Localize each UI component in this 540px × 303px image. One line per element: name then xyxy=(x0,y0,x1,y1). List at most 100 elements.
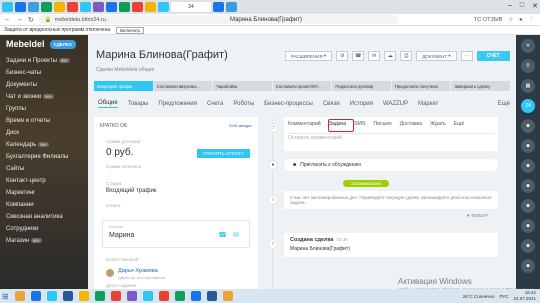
sidebar-item[interactable]: Бухгалтерия Филиалы xyxy=(6,151,82,163)
sidebar-item[interactable]: Сквозная аналитика xyxy=(6,211,82,223)
composer-tab[interactable]: SMS xyxy=(354,121,365,127)
filter-button[interactable]: ▼ ФИЛЬТР xyxy=(466,213,488,218)
weather-text[interactable]: 26°C Солнечно xyxy=(463,294,495,299)
comment-input[interactable]: Оставить комментарий xyxy=(288,135,342,141)
composer-tab[interactable]: Ждать xyxy=(430,121,446,127)
extensions-button[interactable]: РАСШИРЕНИЯ ▾ xyxy=(284,51,333,61)
taskbar-app-icon[interactable] xyxy=(94,291,105,301)
invoice-button[interactable]: СЧЁТ xyxy=(476,51,510,61)
chat-icon[interactable]: ☁ xyxy=(384,51,397,61)
taskbar-app-icon[interactable] xyxy=(142,291,153,301)
taskbar-app-icon[interactable] xyxy=(30,291,41,301)
extension-label[interactable]: ТС ОТЗЫВ xyxy=(474,17,502,23)
composer-tab[interactable]: Письмо xyxy=(373,121,391,127)
notification-counter[interactable]: 24 xyxy=(521,99,535,113)
tab-item[interactable]: Маркет xyxy=(418,101,438,107)
reload-icon[interactable]: ↻ xyxy=(28,16,34,24)
taskbar-app-icon[interactable] xyxy=(110,291,121,301)
sidebar-item[interactable]: Чат и звонки 99+ xyxy=(6,91,82,103)
gear-icon[interactable]: ⚙ xyxy=(336,51,349,61)
browser-tab-active[interactable]: 24 xyxy=(171,2,211,12)
tab-item[interactable]: Счета xyxy=(207,101,224,107)
stage-step[interactable]: Чарабойка xyxy=(213,81,272,91)
card-heading-right[interactable]: БОК мандат xyxy=(229,123,252,128)
stage-value[interactable]: Входящий трафик xyxy=(106,188,156,194)
sidebar-item[interactable]: Контакт-центр xyxy=(6,175,82,187)
logo[interactable]: Mebeldel СДЕЛКА xyxy=(6,39,82,49)
star-icon[interactable]: ☆ xyxy=(508,17,513,23)
stage-step[interactable]: Предоплата получена xyxy=(391,81,451,91)
sidebar-item[interactable]: Бизнес-чаты xyxy=(6,67,82,79)
menu-icon[interactable]: ⋮ xyxy=(529,17,535,23)
profile-icon[interactable]: ● xyxy=(519,17,522,23)
more-icon[interactable]: ⋯ xyxy=(460,51,473,61)
sidebar-item[interactable]: Время и отчеты xyxy=(6,115,82,127)
tab-item[interactable]: Бизнес-процессы xyxy=(264,101,313,107)
browser-tab[interactable] xyxy=(2,2,13,12)
taskbar-app-icon[interactable] xyxy=(14,291,25,301)
sidebar-item[interactable]: Сотрудники xyxy=(6,223,82,235)
windows-start-icon[interactable]: ⊞ xyxy=(2,292,9,301)
user-avatar-6[interactable]: ☻ xyxy=(521,219,535,233)
sidebar-item[interactable]: Документы xyxy=(6,79,82,91)
browser-tab[interactable] xyxy=(80,2,91,12)
url-field[interactable]: 🔒 mebeldela.bitrix24.ru xyxy=(38,15,399,24)
stage-step[interactable]: Подписали договор xyxy=(332,81,391,91)
chat-bubble-icon[interactable]: ✉ xyxy=(233,231,239,239)
composer-tab[interactable]: Ещё xyxy=(454,121,465,127)
forward-icon[interactable]: → xyxy=(16,16,23,23)
grid-icon[interactable]: ▦ xyxy=(521,79,535,93)
accept-payment-button[interactable]: ПРИНЯТЬ ОПЛАТУ xyxy=(197,149,250,158)
browser-tab[interactable] xyxy=(132,2,143,12)
browser-tab[interactable] xyxy=(106,2,117,12)
invite-to-discussion[interactable]: ☻ Пригласить к обсуждению xyxy=(284,159,498,171)
user-avatar-3[interactable]: ☻ xyxy=(521,159,535,173)
sidebar-item[interactable]: Задачи и Проекты 99+ xyxy=(6,55,82,67)
sidebar-item[interactable]: Компании xyxy=(6,199,82,211)
sidebar-item[interactable]: Маркетинг xyxy=(6,187,82,199)
deal-created-desc[interactable]: Марина Блинова(Графит) xyxy=(290,246,492,252)
stage-step[interactable]: Входящий трафик xyxy=(94,81,153,91)
tab-item[interactable]: Предложения xyxy=(158,101,196,107)
composer-tab[interactable]: Доставка xyxy=(400,121,422,127)
search-icon[interactable]: ⚲ xyxy=(521,59,535,73)
user-avatar-8[interactable]: ☻ xyxy=(521,259,535,273)
user-avatar-2[interactable]: ☻ xyxy=(521,139,535,153)
browser-tab[interactable] xyxy=(93,2,104,12)
stage-step[interactable]: Составили визуализ... xyxy=(153,81,213,91)
browser-tab[interactable] xyxy=(28,2,39,12)
sidebar-item[interactable]: Диск xyxy=(6,127,82,139)
user-avatar-1[interactable]: ☻ xyxy=(521,119,535,133)
tab-item[interactable]: Товары xyxy=(128,101,149,107)
deal-badge-button[interactable]: СДЕЛКА xyxy=(49,39,77,49)
user-avatar-5[interactable]: ☻ xyxy=(521,199,535,213)
pipeline-subtitle[interactable]: Сделки Mebeldela общие xyxy=(96,67,154,73)
back-icon[interactable]: ← xyxy=(4,16,11,23)
stage-step[interactable]: Составили проект/КП... xyxy=(272,81,332,91)
taskbar-app-icon[interactable] xyxy=(46,291,57,301)
clock[interactable]: 16:42 24.07.2021 xyxy=(513,290,536,302)
sidebar-item[interactable]: Календарь 99+ xyxy=(6,139,82,151)
language-indicator[interactable]: РУС xyxy=(499,294,508,299)
browser-tab[interactable] xyxy=(54,2,65,12)
close-icon[interactable]: ✕ xyxy=(532,2,538,10)
enable-button[interactable]: Включить xyxy=(116,26,145,34)
phone-call-icon[interactable]: ☎ xyxy=(218,231,227,239)
browser-tab[interactable] xyxy=(15,2,26,12)
taskbar-app-icon[interactable] xyxy=(158,291,169,301)
browser-tab[interactable] xyxy=(226,2,237,12)
stage-step[interactable]: Завершить сделку xyxy=(451,81,511,91)
minimize-icon[interactable]: – xyxy=(508,2,512,10)
sidebar-item[interactable]: Сайты xyxy=(6,163,82,175)
phone-icon[interactable]: ☎ xyxy=(352,51,365,61)
user-avatar-4[interactable]: ☻ xyxy=(521,179,535,193)
taskbar-app-icon[interactable] xyxy=(62,291,73,301)
tab-item[interactable]: Ещё xyxy=(498,101,510,107)
browser-tab[interactable] xyxy=(41,2,52,12)
responsible-name[interactable]: Дарья Храмова xyxy=(118,268,158,274)
tab-item[interactable]: WAZZUP xyxy=(383,101,408,107)
sidebar-item[interactable]: Магазин 99+ xyxy=(6,235,82,247)
close-panel-icon[interactable]: ✕ xyxy=(521,39,535,53)
taskbar-app-icon[interactable] xyxy=(190,291,201,301)
taskbar-app-icon[interactable] xyxy=(222,291,233,301)
